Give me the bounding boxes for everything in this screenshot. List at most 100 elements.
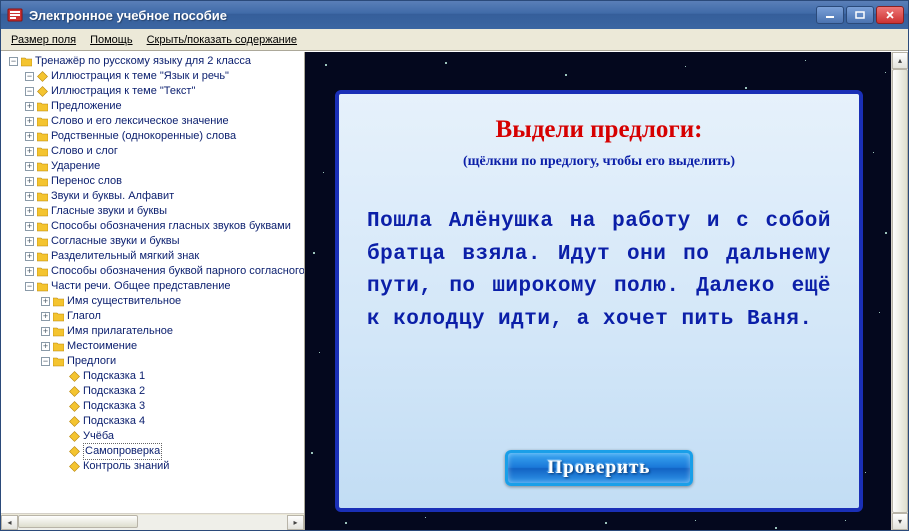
tree-item[interactable]: Подсказка 4 [55, 414, 304, 429]
tree-item[interactable]: Подсказка 2 [55, 384, 304, 399]
tree-item[interactable]: +Глагол [39, 309, 304, 324]
expand-icon[interactable]: + [25, 102, 34, 111]
scroll-up-button[interactable]: ▴ [892, 52, 908, 69]
tree-item-label: Учёба [83, 429, 114, 444]
scroll-thumb[interactable] [18, 515, 138, 528]
minimize-button[interactable] [816, 6, 844, 24]
expander-spacer[interactable]: − [25, 87, 34, 96]
content-vscrollbar[interactable]: ▴ ▾ [891, 52, 908, 530]
folder-icon [37, 236, 48, 247]
expand-icon[interactable]: + [41, 342, 50, 351]
star-icon [323, 172, 324, 173]
expand-icon[interactable]: + [41, 297, 50, 306]
expander-spacer [57, 447, 66, 456]
scroll-down-button[interactable]: ▾ [892, 513, 908, 530]
vscroll-track[interactable] [892, 69, 908, 513]
page-icon [69, 386, 80, 397]
page-icon [37, 86, 48, 97]
tree-item[interactable]: + Способы обозначения буквой парного согл… [23, 264, 304, 279]
tree-item[interactable]: +Слово и слог [23, 144, 304, 159]
tree-item[interactable]: Подсказка 1 [55, 369, 304, 384]
tree-item-label: Иллюстрация к теме "Язык и речь" [51, 69, 229, 84]
tree-item[interactable]: −Части речи. Общее представление [23, 279, 304, 294]
tree-item-label: Подсказка 3 [83, 399, 145, 414]
star-icon [885, 72, 886, 73]
tree-item-label: Подсказка 2 [83, 384, 145, 399]
tree-item[interactable]: + Имя существительное [39, 294, 304, 309]
star-icon [325, 64, 327, 66]
folder-icon [37, 101, 48, 112]
folder-icon [53, 296, 64, 307]
folder-icon [37, 251, 48, 262]
sidebar-hscrollbar[interactable]: ◂ ▸ [1, 513, 304, 530]
tree-item-label: Способы обозначения буквой парного согла… [51, 264, 304, 279]
tree-item[interactable]: Подсказка 3 [55, 399, 304, 414]
scroll-track[interactable] [18, 515, 287, 530]
collapse-icon[interactable]: − [25, 282, 34, 291]
expand-icon[interactable]: + [25, 117, 34, 126]
tree-item-label: Разделительный мягкий знак [51, 249, 199, 264]
expand-icon[interactable]: + [25, 252, 34, 261]
tree-item[interactable]: − Иллюстрация к теме "Язык и речь" [23, 69, 304, 84]
expand-icon[interactable]: + [25, 162, 34, 171]
tree-item[interactable]: + Звуки и буквы. Алфавит [23, 189, 304, 204]
menu-help[interactable]: Помощь [84, 32, 139, 48]
menu-toggle-toc[interactable]: Скрыть/показать содержание [141, 32, 303, 48]
close-button[interactable] [876, 6, 904, 24]
star-icon [605, 522, 607, 524]
check-button[interactable]: Проверить [505, 450, 693, 486]
expand-icon[interactable]: + [25, 237, 34, 246]
star-icon [425, 517, 426, 518]
tree-item[interactable]: +Гласные звуки и буквы [23, 204, 304, 219]
titlebar: Электронное учебное пособие [1, 1, 908, 29]
tree-item[interactable]: Самопроверка [55, 444, 304, 459]
tree-item[interactable]: +Способы обозначения гласных звуков букв… [23, 219, 304, 234]
collapse-icon[interactable]: − [9, 57, 18, 66]
expand-icon[interactable]: + [41, 327, 50, 336]
tree-root[interactable]: −Тренажёр по русскому языку для 2 класса [7, 54, 304, 69]
expand-icon[interactable]: + [25, 267, 34, 276]
lesson-subtitle: (щёлкни по предлогу, чтобы его выделить) [367, 154, 831, 170]
tree-item[interactable]: + Местоимение [39, 339, 304, 354]
collapse-icon[interactable]: − [41, 357, 50, 366]
expander-spacer [57, 432, 66, 441]
star-icon [685, 66, 686, 67]
star-icon [775, 527, 777, 529]
expand-icon[interactable]: + [25, 147, 34, 156]
star-icon [865, 472, 866, 473]
expand-icon[interactable]: + [25, 132, 34, 141]
expand-icon[interactable]: + [25, 177, 34, 186]
tree-item[interactable]: −Предлоги [39, 354, 304, 369]
expand-icon[interactable]: + [41, 312, 50, 321]
scroll-left-button[interactable]: ◂ [1, 515, 18, 530]
tree-item[interactable]: −Иллюстрация к теме "Текст" [23, 84, 304, 99]
tree-item[interactable]: +Ударение [23, 159, 304, 174]
menu-field-size[interactable]: Размер поля [5, 32, 82, 48]
tree-item[interactable]: Контроль знаний [55, 459, 304, 474]
tree-item-label: Звуки и буквы. Алфавит [51, 189, 174, 204]
tree-item-label: Местоимение [67, 339, 137, 354]
folder-icon [21, 56, 32, 67]
expand-icon[interactable]: + [25, 207, 34, 216]
tree-item-label: Имя существительное [67, 294, 181, 309]
toc-tree[interactable]: −Тренажёр по русскому языку для 2 класса… [1, 52, 304, 513]
tree-item[interactable]: + Разделительный мягкий знак [23, 249, 304, 264]
expand-icon[interactable]: + [25, 222, 34, 231]
tree-item[interactable]: Учёба [55, 429, 304, 444]
expand-icon[interactable]: + [25, 192, 34, 201]
vscroll-thumb[interactable] [892, 69, 908, 513]
tree-item[interactable]: + Родственные (однокоренные) слова [23, 129, 304, 144]
expander-spacer[interactable]: − [25, 72, 34, 81]
tree-item[interactable]: +Согласные звуки и буквы [23, 234, 304, 249]
folder-icon [53, 326, 64, 337]
folder-icon [37, 146, 48, 157]
maximize-button[interactable] [846, 6, 874, 24]
tree-item[interactable]: +Перенос слов [23, 174, 304, 189]
tree-item[interactable]: +Слово и его лексическое значение [23, 114, 304, 129]
tree-item-label: Родственные (однокоренные) слова [51, 129, 236, 144]
tree-item[interactable]: +Предложение [23, 99, 304, 114]
lesson-text[interactable]: Пошла Алёнушка на работу и с собой братц… [367, 206, 831, 336]
scroll-right-button[interactable]: ▸ [287, 515, 304, 530]
star-icon [873, 152, 874, 153]
tree-item[interactable]: +Имя прилагательное [39, 324, 304, 339]
